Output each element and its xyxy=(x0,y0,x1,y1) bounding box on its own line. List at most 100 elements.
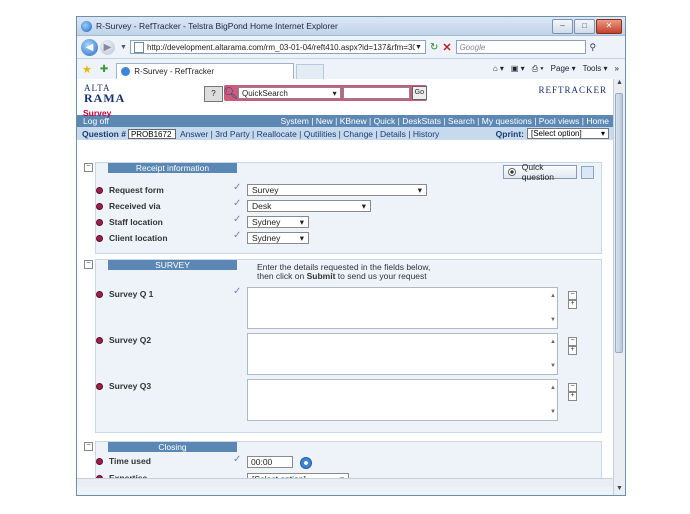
shrink-icon[interactable]: − xyxy=(568,291,577,300)
page-content: ALTA RAMA ? QuickSearch ▾ Go 🔍︎ REFTRACK… xyxy=(77,79,613,487)
received-via-select[interactable]: Desk ▾ xyxy=(247,200,371,212)
receipt-section: − Receipt information Quick question Req… xyxy=(84,162,602,254)
expand-icon[interactable]: + xyxy=(568,346,577,355)
window-title: R-Survey - RefTracker - Telstra BigPond … xyxy=(96,21,338,31)
textarea-scroll-arrows[interactable]: ▲ ▼ xyxy=(550,290,556,326)
refresh-icon[interactable]: ↻ xyxy=(430,42,438,53)
tab-row: ★ ✚ R-Survey - RefTracker ⌂ ▾ ▣ ▾ ⎙ ▾ Pa… xyxy=(77,59,625,80)
survey-header: SURVEY xyxy=(108,260,237,270)
context-label: Survey xyxy=(83,108,112,118)
quicksearch-input[interactable] xyxy=(342,87,410,99)
back-arrow-icon[interactable]: ◀ xyxy=(81,38,98,56)
quick-question-toggle[interactable] xyxy=(581,165,594,179)
survey-q1-label: Survey Q 1 xyxy=(96,289,153,299)
received-via-value: Desk xyxy=(252,201,272,211)
survey-q2-label: Survey Q2 xyxy=(96,335,151,345)
instruction-post: to send us your request xyxy=(335,271,427,281)
chevron-down-icon: ▾ xyxy=(332,88,337,98)
shrink-icon[interactable]: − xyxy=(568,337,577,346)
search-box[interactable]: Google xyxy=(455,40,586,54)
chevron-down-icon: ▾ xyxy=(417,184,422,195)
time-used-field[interactable]: 00:00 xyxy=(247,456,293,468)
question-actions[interactable]: Answer | 3rd Party | Reallocate | Qutili… xyxy=(180,129,439,139)
survey-q3-textarea[interactable]: ▲ ▼ xyxy=(247,379,558,421)
forward-arrow-icon[interactable]: ▶ xyxy=(100,39,115,55)
collapse-receipt-icon[interactable]: − xyxy=(84,163,93,172)
check-icon: ✓ xyxy=(233,182,242,193)
request-form-label: Request form xyxy=(96,185,164,195)
logo-line-2: RAMA xyxy=(84,91,126,105)
question-number-field[interactable]: PROB1672 xyxy=(127,128,176,139)
chevron-down-icon: ▾ xyxy=(299,216,304,227)
client-location-select[interactable]: Sydney ▾ xyxy=(247,232,309,244)
altarama-logo: ALTA RAMA xyxy=(84,83,126,105)
collapse-survey-icon[interactable]: − xyxy=(84,260,93,269)
magnifier-icon: 🔍︎ xyxy=(223,86,239,100)
feeds-icon[interactable]: ▣ ▾ xyxy=(511,64,525,74)
stop-icon[interactable]: ✕ xyxy=(442,41,451,54)
instruction-submit: Submit xyxy=(306,271,336,281)
vertical-scrollbar[interactable]: ▲ ▼ xyxy=(613,79,625,495)
address-row: ◀ ▶ ▼ http://development.altarama.com/rm… xyxy=(77,36,625,59)
textarea-scroll-arrows[interactable]: ▲ ▼ xyxy=(550,382,556,418)
expand-icon[interactable]: + xyxy=(568,300,577,309)
radio-icon xyxy=(508,168,516,176)
help-icon[interactable]: ? xyxy=(204,86,223,102)
request-form-select[interactable]: Survey ▾ xyxy=(247,184,427,196)
page-menu[interactable]: Page ▾ xyxy=(551,64,576,74)
textarea-scroll-arrows[interactable]: ▲ ▼ xyxy=(550,336,556,372)
minimize-button[interactable]: – xyxy=(552,19,573,34)
instruction-pre: then click on xyxy=(257,271,307,281)
tab-page-icon xyxy=(121,67,131,76)
staff-location-value: Sydney xyxy=(252,217,281,227)
print-icon[interactable]: ⎙ ▾ xyxy=(532,64,544,74)
home-icon[interactable]: ⌂ ▾ xyxy=(493,64,504,74)
tools-menu-label: Tools xyxy=(582,64,602,73)
clock-icon[interactable] xyxy=(300,457,312,469)
client-location-label: Client location xyxy=(96,233,168,243)
chevron-more-icon[interactable]: » xyxy=(615,64,619,74)
qprint-select[interactable]: [Select option] ▾ xyxy=(527,128,609,139)
horizontal-scrollbar[interactable] xyxy=(77,478,613,487)
window-controls: – □ ✕ xyxy=(552,19,622,34)
qprint-value: [Select option] xyxy=(531,129,582,138)
tools-menu[interactable]: Tools ▾ xyxy=(583,64,608,74)
page-icon xyxy=(133,41,144,53)
address-bar[interactable]: http://development.altarama.com/rm_03-01… xyxy=(129,40,426,54)
scroll-thumb[interactable] xyxy=(615,93,623,353)
add-favorite-icon[interactable]: ✚ xyxy=(100,64,108,75)
quicksearch-selected: QuickSearch xyxy=(242,88,288,98)
search-icon[interactable]: ⚲ xyxy=(590,42,597,53)
staff-location-select[interactable]: Sydney ▾ xyxy=(247,216,309,228)
chevron-down-icon: ▾ xyxy=(361,200,366,211)
go-button[interactable]: Go xyxy=(411,86,427,100)
shrink-icon[interactable]: − xyxy=(568,383,577,392)
app-header: ALTA RAMA ? QuickSearch ▾ Go 🔍︎ REFTRACK… xyxy=(77,79,613,118)
close-button[interactable]: ✕ xyxy=(596,19,622,34)
collapse-closing-icon[interactable]: − xyxy=(84,442,93,451)
request-form-value: Survey xyxy=(252,185,279,195)
favorites-star-icon[interactable]: ★ xyxy=(82,63,92,76)
page-menu-label: Page xyxy=(550,64,570,73)
command-bar: ⌂ ▾ ▣ ▾ ⎙ ▾ Page ▾ Tools ▾ » xyxy=(493,64,625,74)
client-location-value: Sydney xyxy=(252,233,281,243)
expand-icon[interactable]: + xyxy=(568,392,577,401)
check-icon: ✓ xyxy=(233,198,242,209)
maximize-button[interactable]: □ xyxy=(574,19,595,34)
quick-question-button[interactable]: Quick question xyxy=(503,162,577,182)
history-dropdown-icon[interactable]: ▼ xyxy=(120,44,127,51)
browser-tab[interactable]: R-Survey - RefTracker xyxy=(116,63,295,79)
qprint-group: Qprint: [Select option] ▾ xyxy=(496,128,613,139)
address-dropdown-icon[interactable]: ▼ xyxy=(415,44,422,51)
tab-title: R-Survey - RefTracker xyxy=(134,67,214,76)
survey-q1-textarea[interactable]: ▲ ▼ xyxy=(247,287,558,329)
ie-logo-icon xyxy=(81,20,92,32)
scroll-down-icon[interactable]: ▼ xyxy=(614,485,625,495)
qprint-label: Qprint: xyxy=(495,128,524,139)
menu-items[interactable]: System | New | KBnew | Quick | DeskStats… xyxy=(281,116,614,126)
scroll-up-icon[interactable]: ▲ xyxy=(614,79,625,89)
survey-q2-textarea[interactable]: ▲ ▼ xyxy=(247,333,558,375)
quicksearch-select[interactable]: QuickSearch ▾ xyxy=(238,87,341,99)
chevron-down-icon: ▾ xyxy=(299,232,304,243)
new-tab-button[interactable] xyxy=(296,64,325,80)
